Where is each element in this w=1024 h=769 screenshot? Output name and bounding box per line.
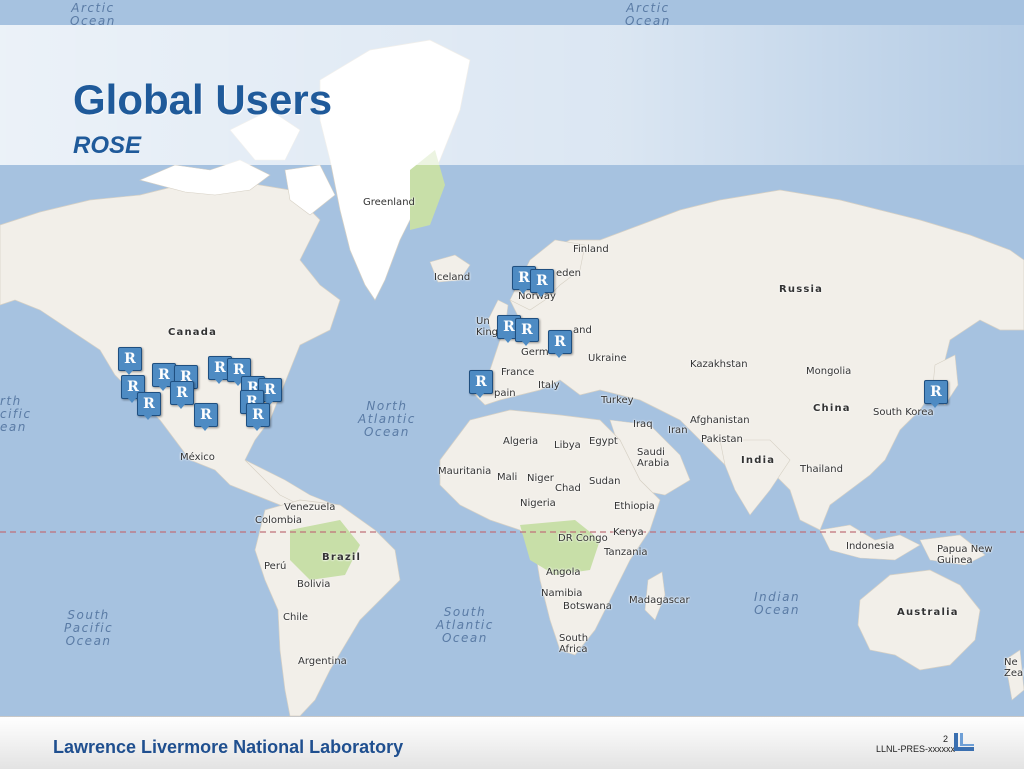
label-angola: Angola	[546, 567, 581, 578]
label-afghanistan: Afghanistan	[690, 415, 750, 426]
user-marker[interactable]: R	[170, 381, 194, 409]
ocean-label-south-atlantic: South Atlantic Ocean	[436, 605, 494, 645]
label-china: China	[813, 403, 851, 414]
label-russia: Russia	[779, 284, 824, 295]
label-iceland: Iceland	[434, 272, 471, 283]
label-iraq: Iraq	[633, 419, 653, 430]
user-marker[interactable]: R	[515, 318, 539, 346]
user-marker[interactable]: R	[548, 330, 572, 358]
label-libya: Libya	[554, 440, 581, 451]
label-iran: Iran	[668, 425, 688, 436]
label-thailand: Thailand	[800, 464, 843, 475]
label-bolivia: Bolivia	[297, 579, 331, 590]
label-venezuela: Venezuela	[284, 502, 336, 513]
ocean-label-indian: Indian Ocean	[754, 590, 801, 617]
label-ukraine: Ukraine	[588, 353, 627, 364]
label-colombia: Colombia	[255, 515, 302, 526]
label-france: France	[501, 367, 535, 378]
label-ethiopia: Ethiopia	[614, 501, 655, 512]
llnl-logo-icon	[954, 733, 974, 751]
user-marker[interactable]: R	[924, 380, 948, 408]
label-pakistan: Pakistan	[701, 434, 743, 445]
user-marker[interactable]: R	[469, 370, 493, 398]
label-brazil: Brazil	[322, 552, 362, 563]
label-canada: Canada	[168, 327, 218, 338]
ocean-label-north-atlantic: North Atlantic Ocean	[358, 399, 416, 439]
label-niger: Niger	[527, 473, 554, 484]
ocean-label-north-pacific: rth cific ean	[0, 394, 32, 434]
label-chile: Chile	[283, 612, 309, 623]
label-chad: Chad	[555, 483, 581, 494]
user-marker[interactable]: R	[530, 269, 554, 297]
user-marker[interactable]: R	[194, 403, 218, 431]
label-mauritania: Mauritania	[438, 466, 492, 477]
label-mexico: México	[180, 452, 215, 463]
label-peru: Perú	[264, 561, 287, 572]
label-algeria: Algeria	[503, 436, 539, 447]
label-australia: Australia	[897, 607, 959, 618]
label-south-africa: South Africa	[559, 633, 589, 655]
label-germany: Germ	[521, 347, 549, 358]
user-marker[interactable]: R	[118, 347, 142, 375]
label-greenland: Greenland	[363, 197, 415, 208]
label-dr-congo: DR Congo	[558, 533, 608, 544]
label-saudi-arabia: Saudi Arabia	[637, 447, 670, 469]
label-egypt: Egypt	[589, 436, 618, 447]
label-united-kingdom: Un King	[476, 316, 499, 338]
label-tanzania: Tanzania	[604, 547, 648, 558]
label-kenya: Kenya	[613, 527, 644, 538]
label-indonesia: Indonesia	[846, 541, 895, 552]
label-sudan: Sudan	[589, 476, 621, 487]
label-finland: Finland	[573, 244, 609, 255]
ocean-label-south-pacific: South Pacific Ocean	[64, 608, 114, 648]
document-code: LLNL-PRES-xxxxxx	[876, 744, 956, 754]
label-south-korea: South Korea	[873, 407, 934, 418]
label-namibia: Namibia	[541, 588, 583, 599]
label-argentina: Argentina	[298, 656, 347, 667]
label-papua-new-guinea: Papua New Guinea	[937, 544, 993, 566]
label-spain: pain	[494, 388, 516, 399]
slide-footer: Lawrence Livermore National Laboratory 2…	[0, 716, 1024, 769]
label-botswana: Botswana	[563, 601, 612, 612]
label-italy: Italy	[538, 380, 560, 391]
label-turkey: Turkey	[601, 395, 634, 406]
label-kazakhstan: Kazakhstan	[690, 359, 748, 370]
page-subtitle: ROSE	[73, 132, 142, 159]
user-marker[interactable]: R	[246, 403, 270, 431]
user-marker[interactable]: R	[137, 392, 161, 420]
label-madagascar: Madagascar	[629, 595, 690, 606]
label-india: India	[741, 455, 776, 466]
page-title: Global Users	[73, 76, 333, 123]
label-mali: Mali	[497, 472, 518, 483]
footer-organization: Lawrence Livermore National Laboratory	[53, 737, 404, 757]
label-nigeria: Nigeria	[520, 498, 556, 509]
label-new-zealand: Ne Zeal	[1004, 657, 1024, 679]
label-sweden: eden	[556, 268, 581, 279]
page-number: 2	[943, 734, 949, 744]
label-poland: and	[573, 325, 592, 336]
label-mongolia: Mongolia	[806, 366, 852, 377]
